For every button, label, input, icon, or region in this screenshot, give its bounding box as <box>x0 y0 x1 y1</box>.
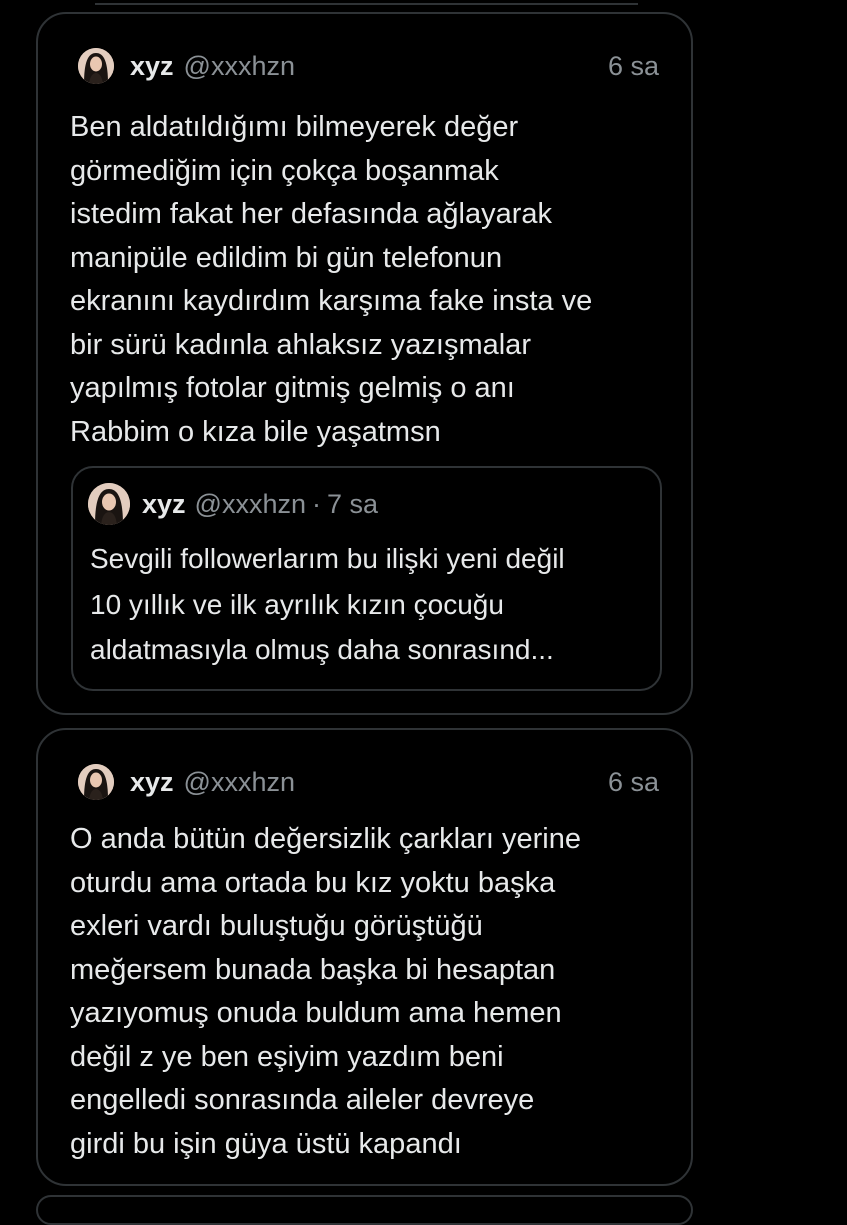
tweet-text: O anda bütün değersizlik çarkları yerine… <box>70 823 581 1160</box>
tweet-text: Ben aldatıldığımı bilmeyerek değer görme… <box>70 111 593 448</box>
avatar <box>88 483 130 525</box>
display-name[interactable]: xyz <box>130 51 174 82</box>
tweet-card[interactable]: xyz @xxxhzn 6 sa O anda bütün değersizli… <box>36 728 693 1186</box>
user-handle[interactable]: @xxxhzn <box>184 767 295 798</box>
timestamp[interactable]: 6 sa <box>608 51 659 82</box>
quoted-tweet[interactable]: xyz @xxxhzn · 7 sa Sevgili followerlarım… <box>71 466 662 691</box>
quoted-user-handle: @xxxhzn <box>194 488 306 519</box>
avatar[interactable] <box>78 764 114 800</box>
display-name[interactable]: xyz <box>130 767 174 798</box>
previous-tweet-edge <box>95 0 638 5</box>
quoted-tweet-text: Sevgili followerlarım bu ilişki yeni değ… <box>90 543 565 665</box>
user-handle[interactable]: @xxxhzn <box>184 51 295 82</box>
quoted-tweet-header: xyz @xxxhzn · 7 sa <box>88 482 645 526</box>
quoted-display-name: xyz <box>142 488 186 519</box>
separator-dot: · <box>312 488 321 519</box>
next-tweet-edge <box>36 1195 693 1225</box>
tweet-header: xyz @xxxhzn 6 sa <box>78 760 659 804</box>
avatar[interactable] <box>78 48 114 84</box>
tweet-card[interactable]: xyz @xxxhzn 6 sa Ben aldatıldığımı bilme… <box>36 12 693 715</box>
tweet-header: xyz @xxxhzn 6 sa <box>78 44 659 88</box>
timestamp[interactable]: 6 sa <box>608 767 659 798</box>
quoted-timestamp: 7 sa <box>327 488 379 519</box>
